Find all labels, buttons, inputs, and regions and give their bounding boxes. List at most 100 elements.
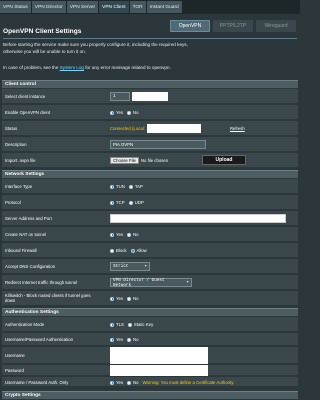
interface-tun-label: TUN [116,184,125,189]
row-killswitch: Killswitch - Block routed clients if tun… [2,291,298,306]
accept-dns-select[interactable]: Strict ▾ [110,262,150,271]
auth-static-radio[interactable] [127,322,132,327]
section-auth-settings: Authentication Settings [2,308,298,316]
tab-vpn-status[interactable]: VPN Status [0,1,32,13]
tab-vpn-server[interactable]: VPN Server [66,1,100,13]
import-ovpn-label: Import .ovpn file [5,158,36,163]
protocol-udp-label: UDP [134,200,144,205]
enable-no-radio[interactable] [127,110,132,115]
tab-wireguard[interactable]: Wireguard [256,20,296,32]
authonly-no-radio[interactable] [127,380,132,385]
tab-tor[interactable]: TOR [129,1,147,13]
enable-yes-radio[interactable] [110,110,114,115]
row-auth-mode: Authentication Mode TLS Static Key [2,317,298,332]
password-input[interactable] [110,365,208,376]
tab-pptp-l2tp[interactable]: PPTP/L2TP [213,20,253,32]
nat-no-radio[interactable] [127,232,132,237]
tab-instant-guard[interactable]: Instant Guard [146,1,183,13]
row-password: Password [2,365,298,376]
userpass-auth-label: Username/Password Authentication [5,337,74,342]
status-refresh-link[interactable]: Refresh [230,126,245,131]
userpass-yes-radio[interactable] [110,337,114,342]
page-title: OpenVPN Client Settings [3,28,82,35]
row-description: Description PIA OVPN [2,137,298,152]
authonly-no-label: No [133,380,139,385]
choose-file-button[interactable]: Choose File [110,157,139,164]
note-prefix: In case of problem, see the [3,65,60,70]
inbound-firewall-label: Inbound Firewall [5,248,37,253]
status-redacted-box [146,124,201,133]
create-nat-label: Create NAT on tunnel [5,232,47,237]
authonly-warning: Warning: You must define a Certificate A… [142,380,235,385]
row-inbound-firewall: Inbound Firewall Block Allow [2,243,298,258]
userpass-no-label: No [133,337,139,342]
row-redirect-traffic: Redirect Internet traffic through tunnel… [2,275,298,290]
tab-vpn-director[interactable]: VPN Director [31,1,67,13]
protocol-tcp-radio[interactable] [110,200,114,205]
auth-mode-label: Authentication Mode [5,322,45,327]
row-status: Status Connected (Local: Refresh [2,121,298,136]
server-address-label: Server Address and Port [5,216,52,221]
system-log-link[interactable]: System Log [60,65,84,70]
redirect-traffic-label: Redirect Internet traffic through tunnel [5,280,78,285]
nat-yes-radio[interactable] [110,232,114,237]
auth-only-label: Username / Password Auth. Only [5,380,69,385]
description-label: Description [5,142,27,147]
auth-tls-radio[interactable] [110,322,114,327]
header-divider [3,38,297,39]
protocol-udp-radio[interactable] [128,200,133,205]
firewall-block-label: Block [116,248,127,253]
row-enable-client: Enable OpenVPN client Yes No [2,105,298,120]
chevron-down-icon: ▾ [186,280,189,285]
killswitch-no-radio[interactable] [127,296,132,301]
status-label: Status [5,126,18,131]
interface-tap-label: TAP [134,184,143,189]
killswitch-yes-radio[interactable] [110,296,114,301]
row-userpass-auth: Username/Password Authentication Yes No [2,333,298,346]
tab-vpn-client[interactable]: VPN Client [99,1,130,13]
nat-no-label: No [133,232,139,237]
section-client-control: Client control [2,80,298,88]
protocol-label: Protocol [5,200,21,205]
note-line-1: Before starting the service make sure yo… [3,42,188,47]
redirect-traffic-select[interactable]: VPN Director / Guest Network ▾ [110,278,192,288]
tab-openvpn[interactable]: OpenVPN [170,20,210,32]
page-header: OpenVPN Client Settings OpenVPN PPTP/L2T… [0,14,300,36]
firewall-allow-label: Allow [136,248,147,253]
instance-redacted-box [132,92,168,101]
userpass-no-radio[interactable] [127,337,132,342]
row-auth-only: Username / Password Auth. Only Yes No Wa… [2,377,298,387]
client-instance-select[interactable]: 1 [110,92,130,101]
killswitch-no-label: No [133,296,139,301]
section-network-settings: Network Settings [2,170,298,178]
no-file-label: No file chosen [140,158,169,163]
enable-no-label: No [133,110,139,115]
section-crypto-settings: Crypto Settings [2,391,298,399]
row-username: Username [2,347,298,364]
auth-static-label: Static Key [133,322,154,327]
upload-button[interactable]: Upload [202,155,246,165]
protocol-tcp-label: TCP [116,200,125,205]
description-input[interactable]: PIA OVPN [110,140,206,149]
interface-tap-radio[interactable] [128,184,133,189]
note-line-2: otherwise you will be unable to turn it … [3,48,86,54]
row-select-instance: Select client instance 1 [2,89,298,104]
interface-type-label: Interface Type [5,184,33,189]
killswitch-yes-label: Yes [116,296,124,301]
interface-tun-radio[interactable] [110,184,114,189]
auth-tls-label: TLS [116,322,124,327]
row-import-ovpn: Import .ovpn file Choose File No file ch… [2,153,298,168]
server-address-input[interactable] [110,214,286,223]
row-accept-dns: Accept DNS Configuration Strict ▾ [2,259,298,274]
authonly-yes-label: Yes [116,380,124,385]
row-server-address: Server Address and Port [2,211,298,226]
nat-yes-label: Yes [116,232,124,237]
authonly-yes-radio[interactable] [110,380,114,385]
vpn-type-tabs: OpenVPN PPTP/L2TP Wireguard [170,20,296,32]
username-input[interactable] [110,347,208,364]
firewall-allow-radio[interactable] [130,248,135,253]
chevron-down-icon: ▾ [144,264,147,269]
firewall-block-radio[interactable] [110,248,114,253]
enable-client-label: Enable OpenVPN client [5,110,51,115]
top-tab-bar: VPN Status VPN Director VPN Server VPN C… [0,0,300,14]
